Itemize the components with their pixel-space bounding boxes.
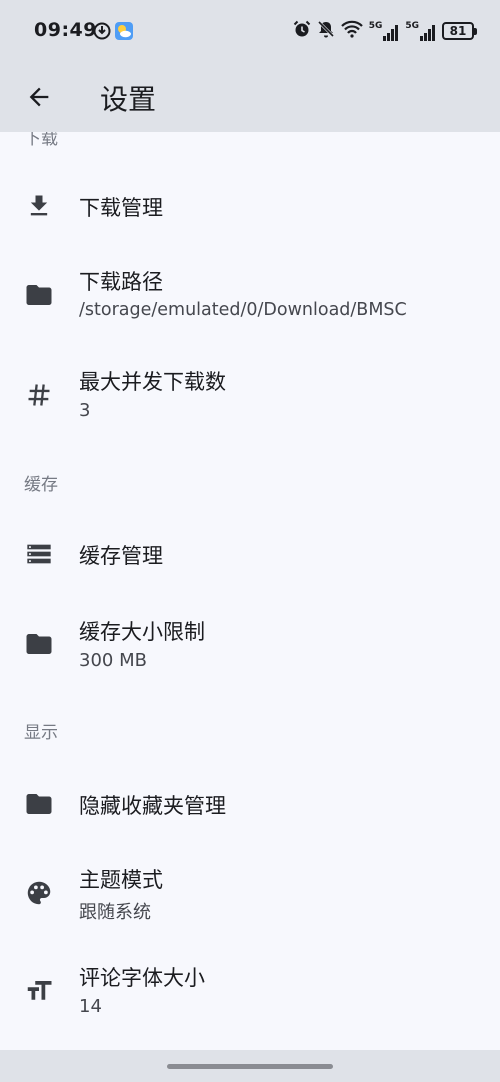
settings-list[interactable]: 下载 下载管理 下载路径 /storage/emulated/0/Downloa… — [0, 132, 500, 1050]
back-button[interactable] — [22, 80, 56, 114]
download-icon — [24, 191, 54, 221]
setting-cache-limit[interactable]: 缓存大小限制 300 MB — [0, 602, 500, 698]
status-right-icons: 5G 5G 81 — [293, 20, 477, 42]
folder-icon — [24, 280, 54, 310]
setting-title: 下载管理 — [79, 196, 163, 220]
status-time: 09:49 — [34, 19, 97, 41]
alarm-icon — [293, 20, 311, 42]
mute-icon — [317, 20, 335, 42]
app-bar: 设置 — [0, 62, 500, 132]
setting-download-manage[interactable]: 下载管理 — [0, 158, 500, 254]
section-header-download: 下载 — [24, 132, 58, 149]
status-left-icons — [93, 22, 133, 44]
setting-title: 主题模式 — [79, 868, 163, 892]
data-saver-icon — [93, 22, 111, 44]
setting-value: /storage/emulated/0/Download/BMSC — [79, 300, 407, 320]
battery-indicator: 81 — [442, 22, 477, 40]
section-header-display: 显示 — [24, 723, 58, 743]
hash-icon — [24, 380, 54, 410]
gesture-handle[interactable] — [167, 1064, 333, 1069]
setting-title: 隐藏收藏夹管理 — [79, 794, 226, 818]
storage-list-icon — [24, 539, 54, 569]
folder-icon — [24, 629, 54, 659]
setting-max-concurrent[interactable]: 最大并发下载数 3 — [0, 354, 500, 450]
setting-title: 下载路径 — [79, 270, 163, 294]
setting-title: 缓存管理 — [79, 544, 163, 568]
folder-icon — [24, 789, 54, 819]
setting-value: 300 MB — [79, 650, 147, 671]
text-size-icon — [24, 976, 54, 1006]
navigation-bar — [0, 1050, 500, 1082]
signal-5g-icon-2: 5G — [405, 21, 436, 41]
setting-comment-font-size[interactable]: 评论字体大小 14 — [0, 950, 500, 1046]
setting-theme-mode[interactable]: 主题模式 跟随系统 — [0, 850, 500, 946]
setting-hidden-favorites[interactable]: 隐藏收藏夹管理 — [0, 754, 500, 850]
setting-title: 最大并发下载数 — [79, 370, 226, 394]
setting-title: 缓存大小限制 — [79, 620, 205, 644]
setting-cache-manage[interactable]: 缓存管理 — [0, 506, 500, 602]
signal-5g-icon-1: 5G — [369, 21, 400, 41]
setting-value: 3 — [79, 400, 91, 421]
section-header-cache: 缓存 — [24, 475, 58, 495]
wifi-icon — [340, 20, 363, 42]
setting-value: 跟随系统 — [79, 902, 151, 923]
setting-download-path[interactable]: 下载路径 /storage/emulated/0/Download/BMSC — [0, 254, 500, 350]
page-title: 设置 — [100, 83, 157, 116]
weather-icon — [115, 22, 133, 44]
arrow-back-icon — [29, 87, 49, 107]
palette-icon — [24, 878, 54, 908]
setting-value: 14 — [79, 996, 102, 1017]
setting-title: 评论字体大小 — [79, 966, 205, 990]
status-bar: 09:49 5G 5G 81 — [0, 0, 500, 62]
